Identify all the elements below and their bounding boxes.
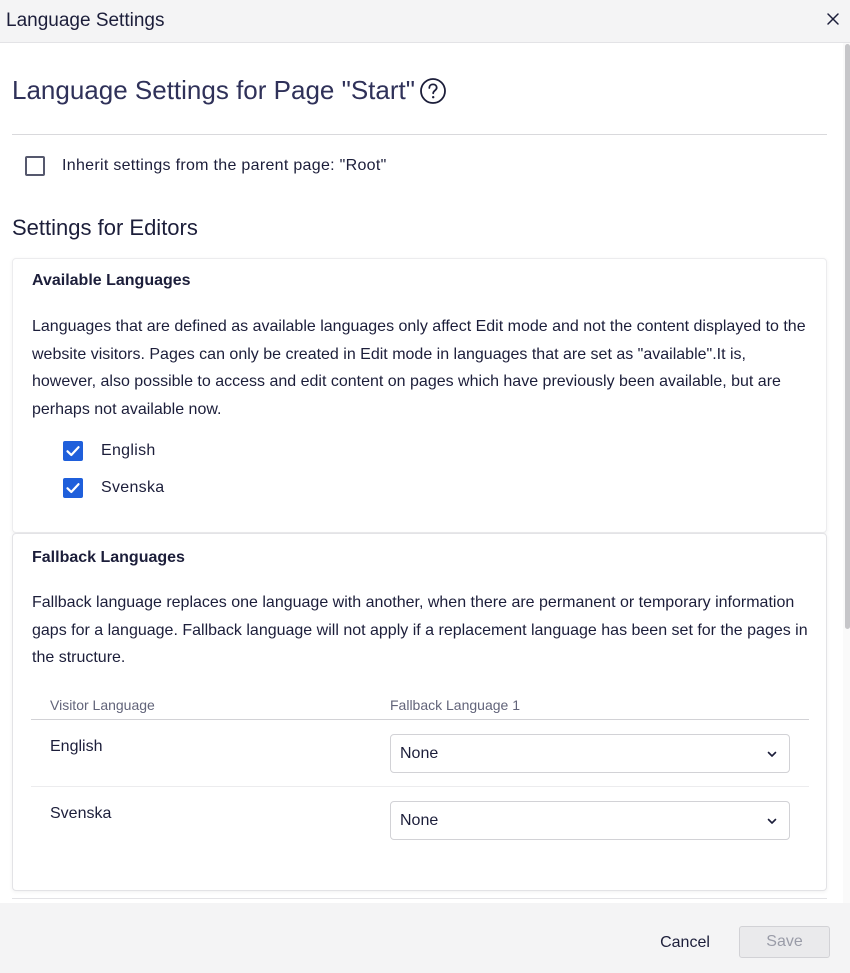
svenska-label: Svenska: [101, 479, 165, 496]
close-button[interactable]: [822, 8, 844, 30]
close-icon: [827, 13, 839, 25]
fallback-table-header: Visitor Language Fallback Language 1: [31, 695, 809, 720]
select-value: None: [400, 745, 439, 762]
available-languages-description: Languages that are defined as available …: [32, 318, 806, 418]
dialog-content: Language Settings for Page "Start" Inher…: [0, 43, 843, 903]
visitor-language-cell: Svenska: [50, 805, 112, 822]
column-header-visitor-language: Visitor Language: [50, 697, 155, 713]
heading-divider: [12, 134, 827, 135]
available-languages-card: Available Languages Languages that are d…: [12, 258, 827, 533]
page-heading: Language Settings for Page "Start": [12, 75, 447, 106]
available-languages-title: Available Languages: [32, 272, 191, 289]
visitor-language-cell: English: [50, 738, 103, 755]
checkmark-icon: [66, 483, 80, 494]
page-heading-text: Language Settings for Page "Start": [12, 75, 415, 105]
save-button[interactable]: Save: [739, 926, 830, 958]
column-header-fallback-language: Fallback Language 1: [390, 697, 520, 713]
inherit-settings-label: Inherit settings from the parent page: "…: [62, 157, 387, 174]
settings-for-editors-heading: Settings for Editors: [12, 215, 198, 240]
english-label: English: [101, 442, 156, 459]
inherit-settings-row[interactable]: Inherit settings from the parent page: "…: [25, 156, 387, 176]
table-row: English None: [31, 720, 809, 787]
fallback-languages-description: Fallback language replaces one language …: [32, 594, 808, 666]
fallback-language-select[interactable]: None: [390, 734, 790, 773]
language-option-svenska[interactable]: Svenska: [63, 478, 164, 498]
checkmark-icon: [66, 446, 80, 457]
english-checkbox[interactable]: [63, 441, 83, 461]
dialog-title: Language Settings: [6, 10, 165, 31]
fallback-languages-title: Fallback Languages: [32, 549, 185, 566]
cancel-button[interactable]: Cancel: [650, 927, 720, 959]
select-value: None: [400, 812, 439, 829]
chevron-down-icon: [767, 818, 777, 824]
scrollbar-thumb[interactable]: [845, 44, 850, 629]
dialog-header: Language Settings: [0, 0, 850, 43]
fallback-languages-card: Fallback Languages Fallback language rep…: [12, 533, 827, 891]
chevron-down-icon: [767, 751, 777, 757]
svenska-checkbox[interactable]: [63, 478, 83, 498]
question-circle-icon[interactable]: [419, 77, 447, 105]
dialog-footer: Cancel Save: [0, 903, 850, 973]
footer-divider: [12, 898, 827, 899]
inherit-settings-checkbox[interactable]: [25, 156, 45, 176]
language-option-english[interactable]: English: [63, 441, 156, 461]
fallback-language-select[interactable]: None: [390, 801, 790, 840]
table-row: Svenska None: [31, 787, 809, 854]
